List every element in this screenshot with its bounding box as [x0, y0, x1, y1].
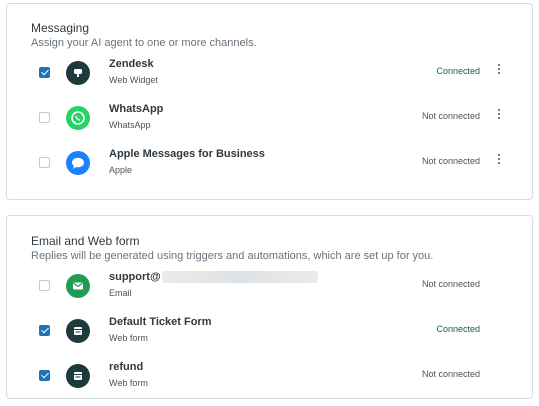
email-web-title: Email and Web form	[31, 234, 140, 248]
channel-type: Web form	[109, 378, 148, 388]
email-web-card: Email and Web form Replies will be gener…	[6, 215, 533, 399]
channel-row-refund[interactable]: refund Web form Not connected	[7, 356, 532, 396]
email-checkbox[interactable]	[39, 280, 50, 291]
channel-type: Web form	[109, 333, 148, 343]
zendesk-checkbox[interactable]	[39, 67, 50, 78]
channel-row-default-ticket-form[interactable]: Default Ticket Form Web form Connected	[7, 311, 532, 351]
channel-row-apple-messages[interactable]: Apple Messages for Business Apple Not co…	[7, 143, 532, 183]
channel-type: Email	[109, 288, 132, 298]
channel-type: WhatsApp	[109, 120, 151, 130]
channel-name: support@	[109, 271, 318, 284]
web-form-icon	[66, 319, 90, 343]
zendesk-widget-icon	[66, 61, 90, 85]
messaging-subtitle: Assign your AI agent to one or more chan…	[31, 37, 257, 49]
status-label: Connected	[436, 66, 480, 76]
channel-type: Apple	[109, 165, 133, 175]
status-label: Connected	[436, 324, 480, 334]
channel-row-zendesk[interactable]: Zendesk Web Widget Connected	[7, 53, 532, 93]
channel-row-whatsapp[interactable]: WhatsApp WhatsApp Not connected	[7, 98, 532, 138]
channel-type: Web Widget	[109, 75, 158, 85]
status-label: Not connected	[421, 369, 480, 379]
channel-name: refund	[109, 361, 144, 373]
messaging-title: Messaging	[31, 21, 90, 35]
email-web-subtitle: Replies will be generated using triggers…	[31, 250, 434, 262]
email-address-prefix: support@	[109, 271, 161, 283]
channel-name: Default Ticket Form	[109, 316, 212, 328]
more-options-icon[interactable]	[496, 64, 502, 80]
status-label: Not connected	[421, 111, 480, 121]
email-icon	[66, 274, 90, 298]
channel-name: Zendesk	[109, 58, 154, 70]
apple-messages-icon	[66, 151, 90, 175]
channel-name: Apple Messages for Business	[109, 148, 265, 160]
whatsapp-icon	[66, 106, 90, 130]
channel-name: WhatsApp	[109, 103, 164, 115]
more-options-icon[interactable]	[496, 109, 502, 125]
refund-checkbox[interactable]	[39, 370, 50, 381]
channel-row-email[interactable]: support@ Email Not connected	[7, 266, 532, 306]
messaging-card: Messaging Assign your AI agent to one or…	[6, 3, 533, 200]
more-options-icon[interactable]	[496, 154, 502, 170]
default-ticket-form-checkbox[interactable]	[39, 325, 50, 336]
whatsapp-checkbox[interactable]	[39, 112, 50, 123]
redacted-email-domain	[161, 271, 318, 284]
web-form-icon	[66, 364, 90, 388]
status-label: Not connected	[421, 156, 480, 166]
apple-messages-checkbox[interactable]	[39, 157, 50, 168]
status-label: Not connected	[421, 279, 480, 289]
